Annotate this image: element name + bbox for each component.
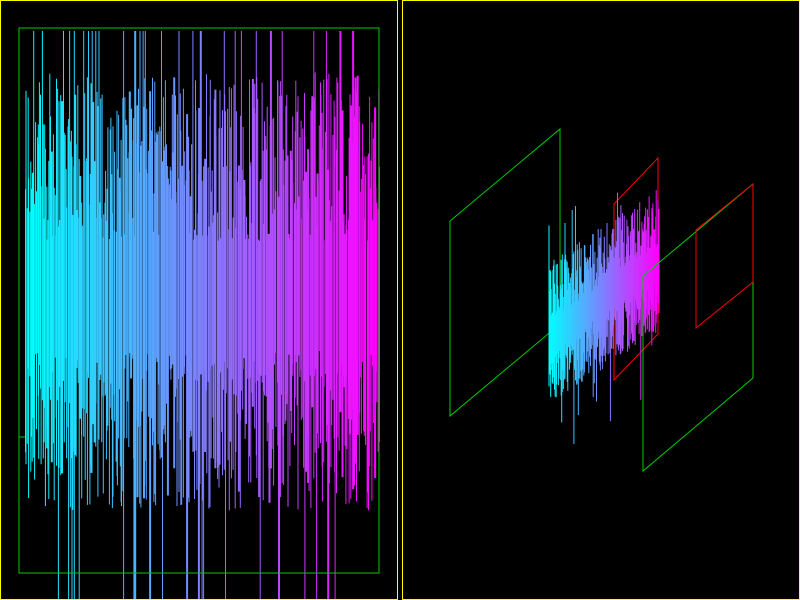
signal-2d-plot [18,27,380,599]
green-plane-left [449,127,561,418]
signal-3d-viewport[interactable] [402,0,800,600]
signal-2d-viewport[interactable] [0,0,398,600]
signal-3d-plot [449,127,754,473]
red-plane-right [695,182,754,330]
signal-visualizer-window [0,0,800,600]
signal-bars-2d [25,31,380,599]
